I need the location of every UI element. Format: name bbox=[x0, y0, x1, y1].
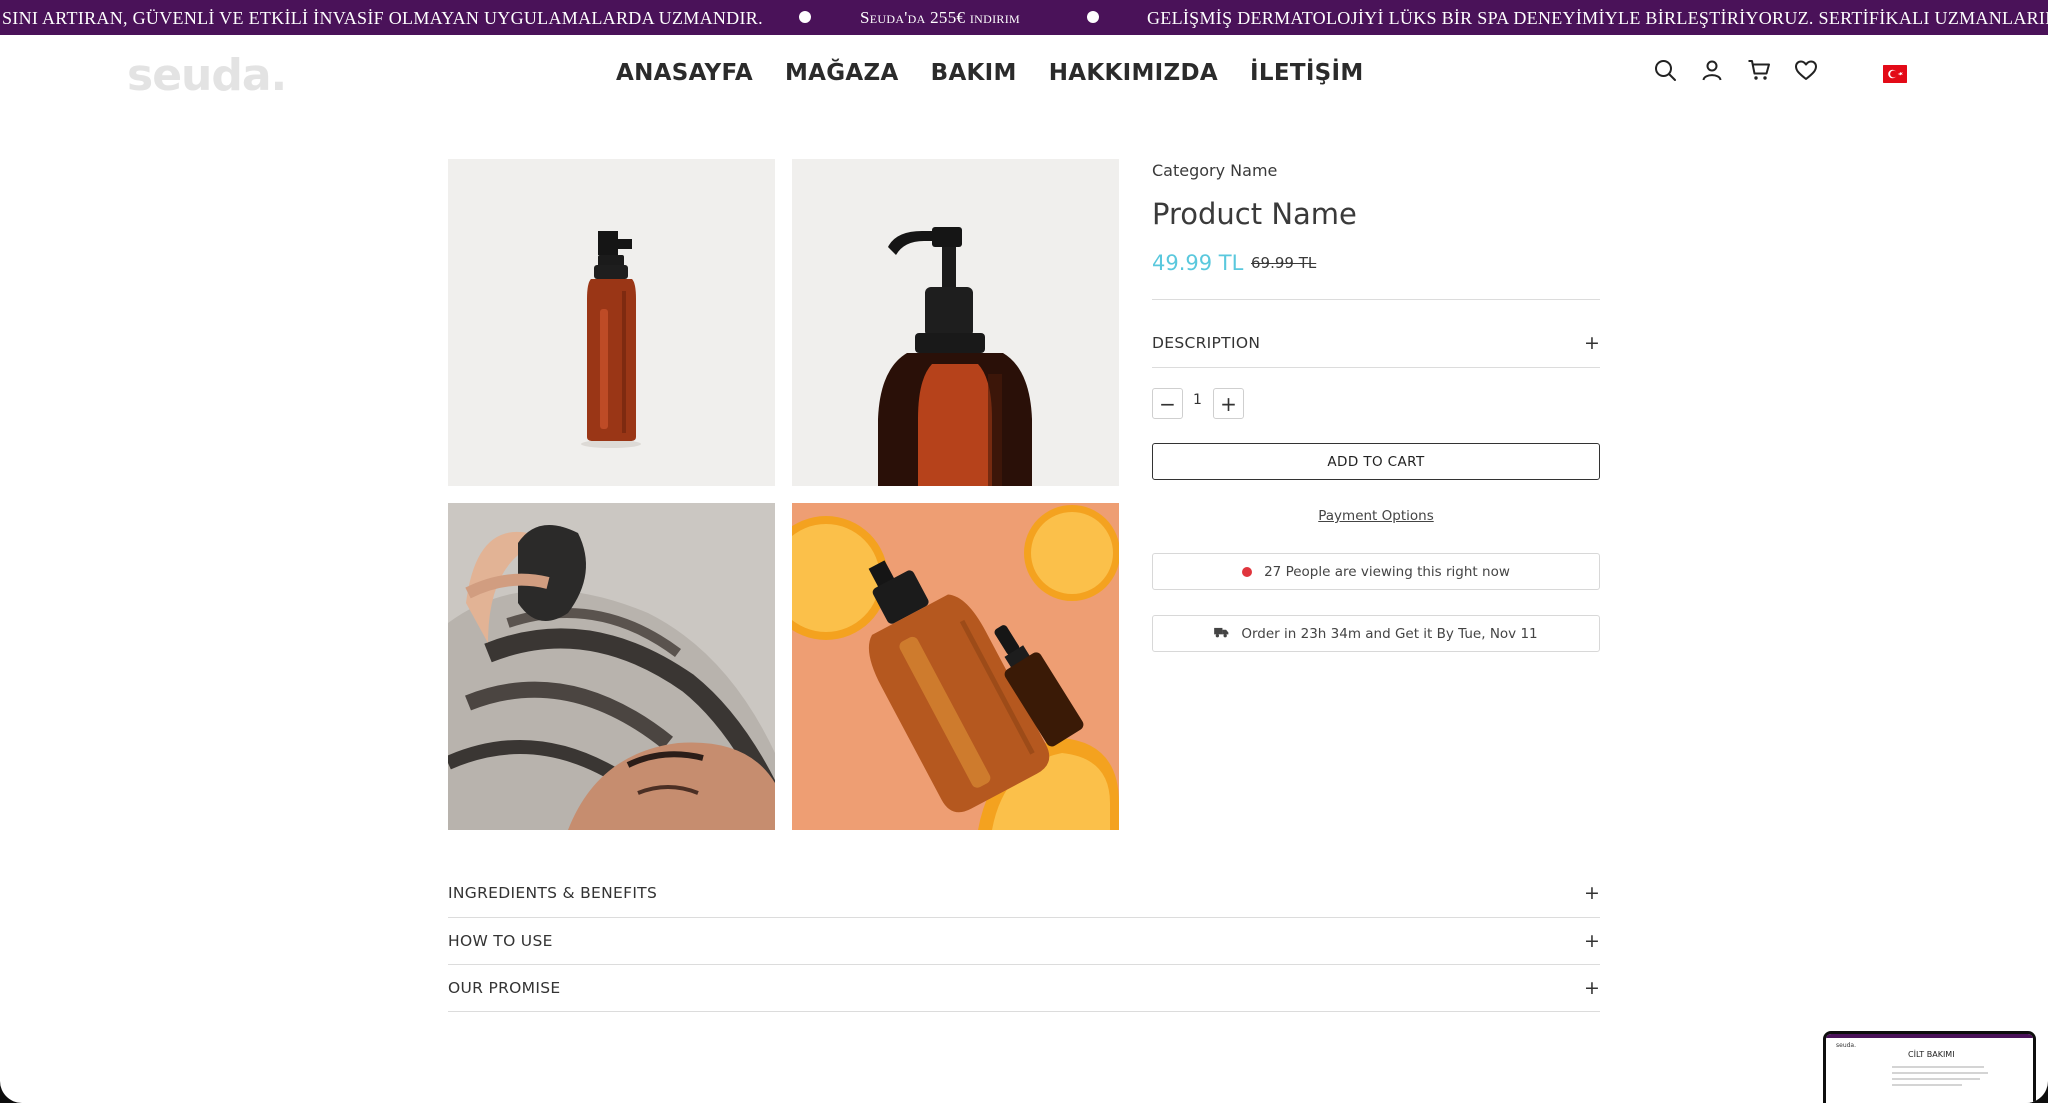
cart-icon[interactable] bbox=[1747, 58, 1771, 82]
preview-text-line bbox=[1892, 1072, 1988, 1074]
plus-icon: + bbox=[1584, 977, 1600, 999]
announcement-message: SINI ARTIRAN, GÜVENLİ VE ETKİLİ İNVASİF … bbox=[2, 8, 763, 28]
product-title: Product Name bbox=[1152, 197, 1357, 231]
announcement-bar: SINI ARTIRAN, GÜVENLİ VE ETKİLİ İNVASİF … bbox=[0, 0, 2048, 35]
separator-dot bbox=[1087, 11, 1099, 23]
nav-care[interactable]: BAKIM bbox=[931, 60, 1017, 86]
accordion-label: HOW TO USE bbox=[448, 932, 553, 950]
plus-icon: + bbox=[1584, 332, 1600, 354]
divider bbox=[448, 964, 1600, 965]
search-icon[interactable] bbox=[1653, 58, 1677, 82]
quantity-increase-button[interactable]: + bbox=[1213, 388, 1244, 419]
product-category[interactable]: Category Name bbox=[1152, 161, 1277, 180]
preview-title: CİLT BAKIMI bbox=[1908, 1050, 1955, 1059]
turkey-flag-icon[interactable] bbox=[1883, 65, 1907, 83]
divider bbox=[1152, 367, 1600, 368]
product-image-bottle-closeup[interactable] bbox=[792, 159, 1119, 486]
preview-text-line bbox=[1892, 1084, 1962, 1086]
plus-icon: + bbox=[1584, 882, 1600, 904]
payment-options-link[interactable]: Payment Options bbox=[1152, 508, 1600, 524]
add-to-cart-button[interactable]: ADD TO CART bbox=[1152, 443, 1600, 480]
nav-shop[interactable]: MAĞAZA bbox=[785, 60, 899, 86]
delivery-text: Order in 23h 34m and Get it By Tue, Nov … bbox=[1241, 625, 1538, 642]
viewers-notice: 27 People are viewing this right now bbox=[1152, 553, 1600, 590]
separator-dot bbox=[799, 11, 811, 23]
preview-text-line bbox=[1892, 1066, 1984, 1068]
truck-icon bbox=[1214, 626, 1229, 642]
preview-logo: seuda. bbox=[1836, 1042, 1857, 1049]
nav-about[interactable]: HAKKIMIZDA bbox=[1049, 60, 1218, 86]
nav-contact[interactable]: İLETİŞİM bbox=[1250, 60, 1364, 86]
user-icon[interactable] bbox=[1700, 58, 1724, 82]
accordion-label: OUR PROMISE bbox=[448, 979, 561, 997]
accordion-label: INGREDIENTS & BENEFITS bbox=[448, 884, 658, 902]
product-image-oranges[interactable] bbox=[792, 503, 1119, 830]
page-preview-thumbnail[interactable]: seuda. CİLT BAKIMI bbox=[1823, 1031, 2036, 1103]
viewers-text: 27 People are viewing this right now bbox=[1264, 563, 1510, 580]
divider bbox=[448, 1011, 1600, 1012]
plus-icon: + bbox=[1584, 930, 1600, 952]
announcement-discount: Seuda'da 255€ indirim bbox=[860, 8, 1020, 27]
preview-text-line bbox=[1892, 1078, 1980, 1080]
main-nav: ANASAYFA MAĞAZA BAKIM HAKKIMIZDA İLETİŞİ… bbox=[616, 60, 1364, 86]
browser-page: SINI ARTIRAN, GÜVENLİ VE ETKİLİ İNVASİF … bbox=[0, 0, 2048, 1103]
divider bbox=[1152, 299, 1600, 300]
product-image-hair-treatment[interactable] bbox=[448, 503, 775, 830]
announcement-message: GELİŞMİŞ DERMATOLOJİYİ LÜKS BİR SPA DENE… bbox=[1147, 8, 2048, 28]
quantity-decrease-button[interactable]: − bbox=[1152, 388, 1183, 419]
product-image-bottle[interactable] bbox=[448, 159, 775, 486]
heart-icon[interactable] bbox=[1794, 58, 1818, 82]
header-icons bbox=[1653, 58, 1818, 82]
nav-home[interactable]: ANASAYFA bbox=[616, 60, 753, 86]
divider bbox=[448, 917, 1600, 918]
description-label: DESCRIPTION bbox=[1152, 334, 1261, 352]
delivery-notice: Order in 23h 34m and Get it By Tue, Nov … bbox=[1152, 615, 1600, 652]
live-dot-icon bbox=[1242, 566, 1253, 577]
product-price: 49.99 TL bbox=[1152, 251, 1244, 275]
product-old-price: 69.99 TL bbox=[1251, 254, 1317, 272]
quantity-value[interactable]: 1 bbox=[1193, 392, 1202, 408]
preview-bar bbox=[1826, 1034, 2033, 1038]
site-logo[interactable]: seuda. bbox=[127, 50, 287, 101]
